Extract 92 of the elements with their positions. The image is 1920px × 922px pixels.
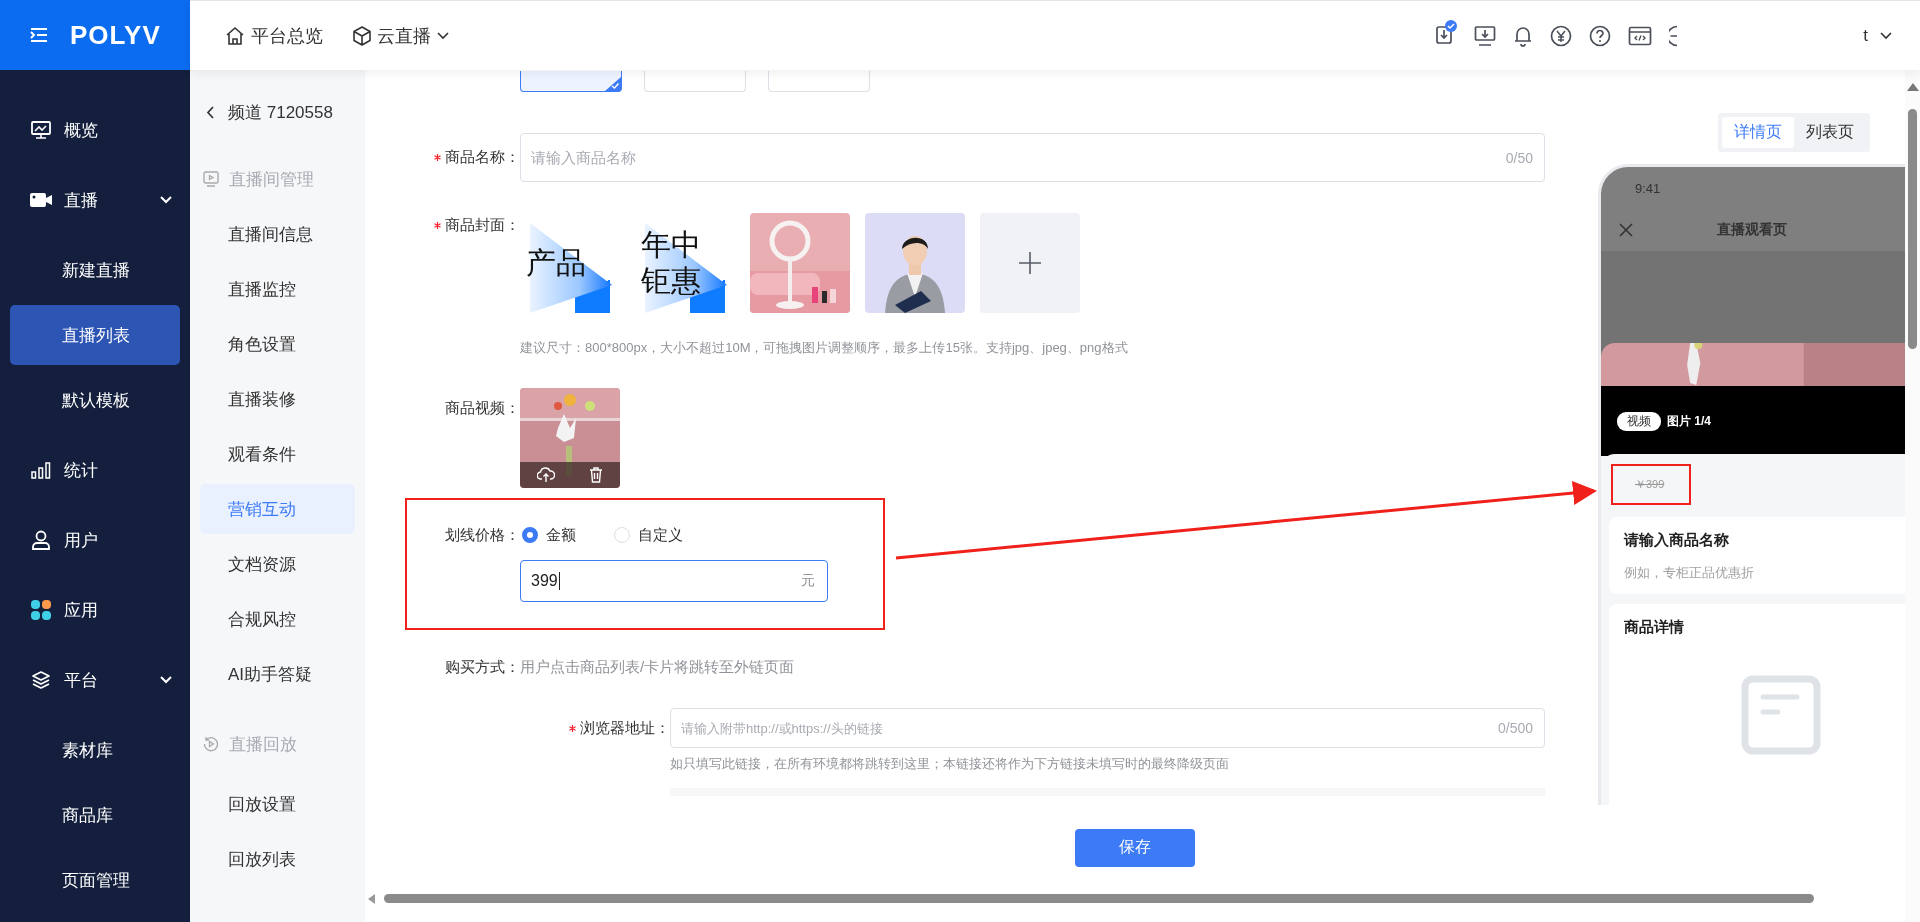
channel-nav-item[interactable]: 角色设置 (200, 319, 355, 369)
sidebar-item[interactable]: 应用 (0, 575, 190, 645)
camera-icon (30, 192, 52, 208)
purchase-description: 用户点击商品列表/卡片将跳转至外链页面 (520, 657, 795, 677)
chevron-down-icon[interactable] (1880, 31, 1892, 40)
field-label: 商品视频： (445, 398, 520, 418)
top-nav-item[interactable]: 云直播 (353, 23, 449, 48)
close-icon[interactable] (1619, 223, 1633, 237)
channel-nav-item[interactable]: AI助手答疑 (200, 649, 355, 699)
sidebar-item[interactable]: 统计 (0, 435, 190, 505)
plus-icon (1019, 252, 1041, 274)
channel-nav-item[interactable]: 合规风控 (200, 594, 355, 644)
yen-icon[interactable] (1550, 24, 1573, 47)
character-counter: 0/50 (1505, 149, 1533, 166)
field-label: 划线价格： (445, 525, 520, 545)
product-subtitle: 例如，专柜正品优惠折 (1624, 564, 1755, 582)
radio-option[interactable]: 金额 (522, 525, 576, 545)
channel-nav-item[interactable]: 直播监控 (200, 264, 355, 314)
sidebar-item[interactable]: 用户 (0, 505, 190, 575)
sidebar-item[interactable]: 平台 (0, 645, 190, 715)
media-tag[interactable]: 图片 1/4 (1667, 412, 1711, 430)
upload-cloud-icon[interactable] (537, 467, 555, 483)
user-icon (30, 530, 52, 550)
scroll-left-icon[interactable] (368, 893, 376, 904)
sidebar-item[interactable]: 直播 (0, 165, 190, 235)
channel-nav-item[interactable]: 回放设置 (200, 779, 355, 829)
layers-icon (30, 670, 52, 690)
home-icon (225, 25, 245, 46)
cube-icon (353, 25, 371, 46)
media-tag[interactable]: 视频 (1617, 411, 1661, 431)
sidebar-item[interactable]: 新建直播 (10, 240, 180, 300)
field-label: 购买方式： (445, 657, 520, 677)
price-input-field[interactable]: 399 元 (520, 560, 828, 602)
field-label: 浏览器地址： (580, 718, 670, 738)
logo[interactable]: POLYV (70, 19, 161, 51)
cover-text: 年中 钜惠 (641, 227, 701, 299)
field-label: 商品封面： (445, 215, 520, 235)
back-link[interactable]: 频道 7120558 (190, 70, 365, 154)
required-icon (569, 724, 576, 732)
back-icon (206, 105, 214, 119)
hint-text: 如只填写此链接，在所有环境都将跳转到这里；本链接还将作为下方链接未填写时的最终降级页面 (670, 755, 1229, 773)
channel-nav-item[interactable]: 直播装修 (200, 374, 355, 424)
top-nav-item[interactable]: 平台总览 (225, 23, 323, 48)
channel-nav-item[interactable]: 直播间信息 (200, 209, 355, 259)
channel-nav-item[interactable]: 观看条件 (200, 429, 355, 479)
chevron-down-icon (437, 31, 449, 40)
hint-text: 建议尺寸：800*800px，大小不超过10M，可拖拽图片调整顺序，最多上传15张。支持jpg、jpeg、png格式 (520, 339, 1128, 357)
product-name: 请输入商品名称 (1624, 531, 1730, 550)
sidebar-item[interactable]: 页面管理 (10, 850, 180, 910)
monitor-icon (30, 121, 52, 139)
vertical-scrollbar[interactable] (1908, 109, 1917, 349)
character-counter: 0/500 (1497, 720, 1533, 736)
section-title: 直播回放 (229, 733, 297, 756)
download-check-icon[interactable] (1435, 19, 1458, 46)
menu-icon[interactable] (30, 28, 48, 42)
sidebar-item[interactable]: 直播列表 (10, 305, 180, 365)
replay-icon (203, 736, 219, 752)
scroll-up-icon[interactable] (1906, 83, 1919, 91)
user-name[interactable]: t (1863, 25, 1868, 46)
monitor-download-icon[interactable] (1474, 24, 1497, 47)
sidebar-item[interactable]: 素材库 (10, 720, 180, 780)
preview-tab[interactable]: 列表页 (1794, 117, 1866, 148)
radio-option[interactable]: 自定义 (614, 525, 683, 545)
horizontal-scrollbar[interactable] (384, 894, 1814, 903)
radio-button[interactable] (522, 527, 538, 543)
status-time: 9:41 (1635, 180, 1661, 196)
field-label: 商品名称： (445, 148, 520, 167)
unit-label: 元 (801, 572, 815, 590)
type-option[interactable] (520, 71, 622, 92)
code-window-icon[interactable] (1628, 25, 1653, 46)
play-screen-icon (203, 171, 219, 187)
section-title: 直播间管理 (229, 168, 314, 191)
bar-chart-icon (30, 461, 52, 479)
details-title: 商品详情 (1624, 618, 1685, 637)
save-button[interactable]: 保存 (1075, 828, 1195, 867)
channel-nav-item[interactable]: 回放列表 (200, 834, 355, 884)
bell-icon[interactable] (1513, 24, 1534, 47)
help-icon[interactable] (1589, 24, 1612, 47)
required-icon (434, 221, 441, 229)
document-icon (1741, 675, 1821, 755)
check-corner-icon (605, 77, 621, 91)
sidebar-item[interactable]: 默认模板 (10, 370, 180, 430)
sidebar-item[interactable]: 商品库 (10, 785, 180, 845)
preview-tab[interactable]: 详情页 (1722, 117, 1794, 148)
required-icon (434, 154, 441, 161)
sidebar-item[interactable]: 概览 (0, 95, 190, 165)
apps-icon (30, 600, 52, 620)
strike-price: ￥399 (1635, 477, 1665, 492)
page-title: 直播观看页 (1717, 221, 1787, 239)
cover-text: 产品 (526, 245, 586, 281)
trash-icon[interactable] (589, 467, 603, 483)
channel-nav-item[interactable]: 文档资源 (200, 539, 355, 589)
